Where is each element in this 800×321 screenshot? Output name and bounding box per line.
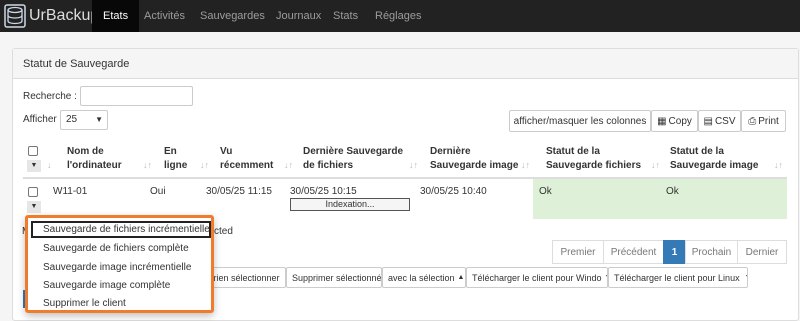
select-all-dropdown[interactable]: ▼ [27,160,41,172]
cell-last-file: 30/05/25 10:15 [290,186,357,197]
brand-name: UrBackup [29,7,100,24]
col-header-last-image[interactable]: Dernière Sauvegarde image [430,145,518,173]
chevron-down-icon: ▼ [95,115,103,124]
select-all-checkbox[interactable] [28,146,38,156]
nav-stats[interactable]: Stats [333,0,358,32]
page-length-value: 25 [66,114,78,125]
top-navbar: UrBackup Etats Activités Sauvegardes Jou… [0,0,800,32]
column-visibility-button[interactable]: afficher/masquer les colonnes [509,110,651,132]
menu-item-full-image-backup[interactable]: Sauvegarde image complète [31,277,211,294]
sort-icon[interactable]: ↓↑ [774,160,783,170]
row-actions-dropdown[interactable]: ▼ [27,201,41,213]
copy-icon: ▦ [657,115,667,127]
caret-down-icon: ▼ [30,203,38,210]
sort-icon[interactable]: ↓↑ [284,160,293,170]
brand[interactable]: UrBackup [4,3,99,29]
sort-icon[interactable]: ↓↑ [409,160,418,170]
col-header-last-file[interactable]: Dernière Sauvegarde de fichiers [303,145,403,173]
col-header-name[interactable]: Nom de l'ordinateur [67,145,122,173]
with-selection-button[interactable]: avec la sélection ▲ [382,267,466,288]
download-linux-client-button[interactable]: Télécharger le client pour Linux ▼ [608,267,748,288]
pager-last[interactable]: Dernier [737,240,787,264]
cell-last-image: 30/05/25 10:40 [420,186,487,197]
caret-up-icon: ▲ [457,274,465,281]
print-icon: ⎙ [748,115,757,127]
copy-button[interactable]: ▦ Copy [651,110,698,132]
caret-down-icon: ▼ [745,274,747,281]
download-windows-client-button[interactable]: Télécharger le client pour Windo ▼ [466,267,608,288]
cell-name[interactable]: W11-01 [53,186,87,197]
menu-item-incremental-image-backup[interactable]: Sauvegarde image incrémentielle [31,259,211,276]
panel-title: Statut de Sauvegarde [13,49,798,79]
pager-next[interactable]: Prochain [685,240,738,264]
table-info-suffix: cted [214,226,233,237]
pager-first[interactable]: Premier [552,240,604,264]
cell-file-status: Ok [539,186,552,197]
nav-journaux[interactable]: Journaux [276,0,321,32]
download-windows-label: Télécharger le client pour Windo [472,272,602,283]
caret-down-icon: ▼ [30,162,38,169]
with-selection-label: avec la sélection [388,272,455,283]
col-header-image-status[interactable]: Statut de la Sauvegarde image [670,145,758,173]
sort-icon[interactable]: ↓↑ [143,160,152,170]
download-linux-label: Télécharger le client pour Linux [614,272,740,283]
menu-item-remove-client[interactable]: Supprimer le client [31,295,211,312]
csv-label: CSV [714,115,736,127]
print-label: Print [758,115,779,127]
length-label: Afficher [23,114,57,125]
sort-icon[interactable]: ↓↑ [200,160,209,170]
page-length-select[interactable]: 25 ▼ [60,110,108,130]
row-context-menu: Sauvegarde de fichiers incrémentielle Sa… [25,215,214,313]
row-checkbox[interactable] [28,187,38,197]
col-header-seen[interactable]: Vu récemment [220,145,273,173]
search-input[interactable] [80,86,193,106]
nav-reglages[interactable]: Réglages [375,0,421,32]
copy-label: Copy [668,115,692,127]
delete-selected-button[interactable]: Supprimer sélectionnés [286,267,382,288]
print-button[interactable]: ⎙ Print [741,110,786,132]
cell-seen: 30/05/25 11:15 [206,186,272,197]
nav-etats[interactable]: Etats [92,0,140,32]
csv-button[interactable]: ▤ CSV [698,110,741,132]
status-ok-cells [533,179,787,219]
indexing-progress: Indexation... [290,198,410,211]
cell-online: Oui [150,186,166,197]
database-logo-icon [4,4,26,28]
col-header-online[interactable]: En ligne [164,145,187,173]
csv-icon: ▤ [703,115,713,127]
pager-page-1[interactable]: 1 [663,240,686,264]
col-header-file-status[interactable]: Statut de la Sauvegarde fichiers [546,145,641,173]
menu-item-incremental-file-backup[interactable]: Sauvegarde de fichiers incrémentielle [31,221,211,238]
sort-icon[interactable]: ↓↑ [521,160,530,170]
menu-item-full-file-backup[interactable]: Sauvegarde de fichiers complète [31,240,211,257]
pager-previous[interactable]: Précédent [603,240,664,264]
nav-sauvegardes[interactable]: Sauvegardes [200,0,265,32]
nav-activites[interactable]: Activités [144,0,185,32]
sort-icon[interactable]: ↓↑ [651,160,660,170]
cell-image-status: Ok [666,186,679,197]
search-label: Recherche : [23,91,77,102]
sort-icon[interactable]: ↓ [47,160,52,170]
